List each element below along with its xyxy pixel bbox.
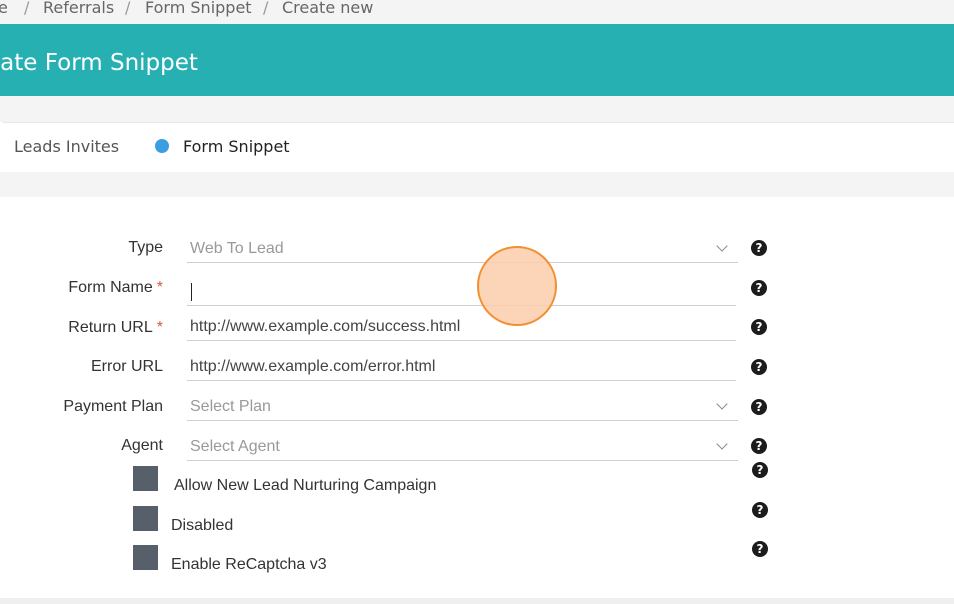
disabled-checkbox[interactable] bbox=[133, 506, 158, 531]
help-icon[interactable]: ? bbox=[751, 280, 767, 296]
chevron-down-icon bbox=[716, 438, 728, 450]
lead-nurturing-label: Allow New Lead Nurturing Campaign bbox=[174, 477, 437, 494]
breadcrumb: e / Referrals / Form Snippet / Create ne… bbox=[0, 0, 954, 24]
breadcrumb-item-create-new: Create new bbox=[282, 0, 374, 17]
breadcrumb-item-referrals[interactable]: Referrals bbox=[43, 0, 114, 17]
required-mark: * bbox=[156, 319, 163, 336]
tab-leads-invites[interactable]: Leads Invites bbox=[14, 137, 119, 156]
return-url-label-text: Return URL bbox=[68, 319, 153, 336]
payment-plan-select[interactable]: Select Plan bbox=[187, 390, 738, 421]
type-select[interactable]: Web To Lead bbox=[187, 232, 738, 263]
click-indicator bbox=[477, 246, 557, 326]
agent-select[interactable]: Select Agent bbox=[187, 430, 738, 461]
lead-nurturing-checkbox[interactable] bbox=[133, 466, 158, 491]
payment-plan-placeholder: Select Plan bbox=[190, 398, 271, 415]
tab-label: Leads Invites bbox=[14, 137, 120, 156]
disabled-label: Disabled bbox=[171, 517, 234, 534]
error-url-input-value: http://www.example.com/error.html bbox=[190, 358, 436, 375]
help-icon[interactable]: ? bbox=[751, 359, 767, 375]
error-url-label: Error URL bbox=[90, 358, 163, 375]
type-select-value: Web To Lead bbox=[190, 240, 284, 257]
step-tabs: Leads Invites Form Snippet bbox=[3, 122, 954, 173]
type-label: Type bbox=[128, 239, 163, 256]
payment-plan-label: Payment Plan bbox=[63, 398, 163, 415]
form-name-label-text: Form Name bbox=[68, 279, 153, 296]
tab-label: Form Snippet bbox=[183, 137, 290, 156]
help-icon[interactable]: ? bbox=[752, 462, 768, 478]
return-url-input[interactable]: http://www.example.com/success.html bbox=[187, 310, 736, 341]
help-icon[interactable]: ? bbox=[752, 502, 768, 518]
text-caret bbox=[191, 283, 192, 301]
breadcrumb-item-home[interactable]: e bbox=[0, 0, 8, 17]
chevron-down-icon bbox=[716, 398, 728, 410]
agent-label: Agent bbox=[121, 437, 163, 454]
breadcrumb-item-form-snippet[interactable]: Form Snippet bbox=[145, 0, 252, 17]
breadcrumb-separator: / bbox=[125, 0, 131, 17]
error-url-input[interactable]: http://www.example.com/error.html bbox=[187, 350, 736, 381]
help-icon[interactable]: ? bbox=[751, 319, 767, 335]
return-url-input-value: http://www.example.com/success.html bbox=[190, 318, 461, 335]
return-url-label: Return URL * bbox=[0, 319, 163, 337]
chevron-down-icon bbox=[716, 240, 728, 252]
recaptcha-checkbox[interactable] bbox=[133, 545, 158, 570]
spacer-band bbox=[0, 96, 954, 122]
help-icon[interactable]: ? bbox=[751, 438, 767, 454]
bottom-band bbox=[0, 598, 954, 604]
tab-form-snippet[interactable]: Form Snippet bbox=[155, 137, 290, 156]
help-icon[interactable]: ? bbox=[751, 399, 767, 415]
page-title: eate Form Snippet bbox=[0, 50, 198, 76]
active-step-dot-icon bbox=[155, 139, 169, 153]
spacer-band bbox=[0, 172, 954, 197]
breadcrumb-separator: / bbox=[24, 0, 30, 17]
form-name-input[interactable] bbox=[187, 275, 736, 306]
form-name-label: Form Name * bbox=[0, 279, 163, 297]
help-icon[interactable]: ? bbox=[752, 541, 768, 557]
help-icon[interactable]: ? bbox=[751, 240, 767, 256]
page-header: eate Form Snippet bbox=[0, 24, 954, 96]
breadcrumb-separator: / bbox=[263, 0, 269, 17]
required-mark: * bbox=[156, 279, 163, 296]
agent-placeholder: Select Agent bbox=[190, 438, 280, 455]
recaptcha-label: Enable ReCaptcha v3 bbox=[171, 556, 327, 573]
